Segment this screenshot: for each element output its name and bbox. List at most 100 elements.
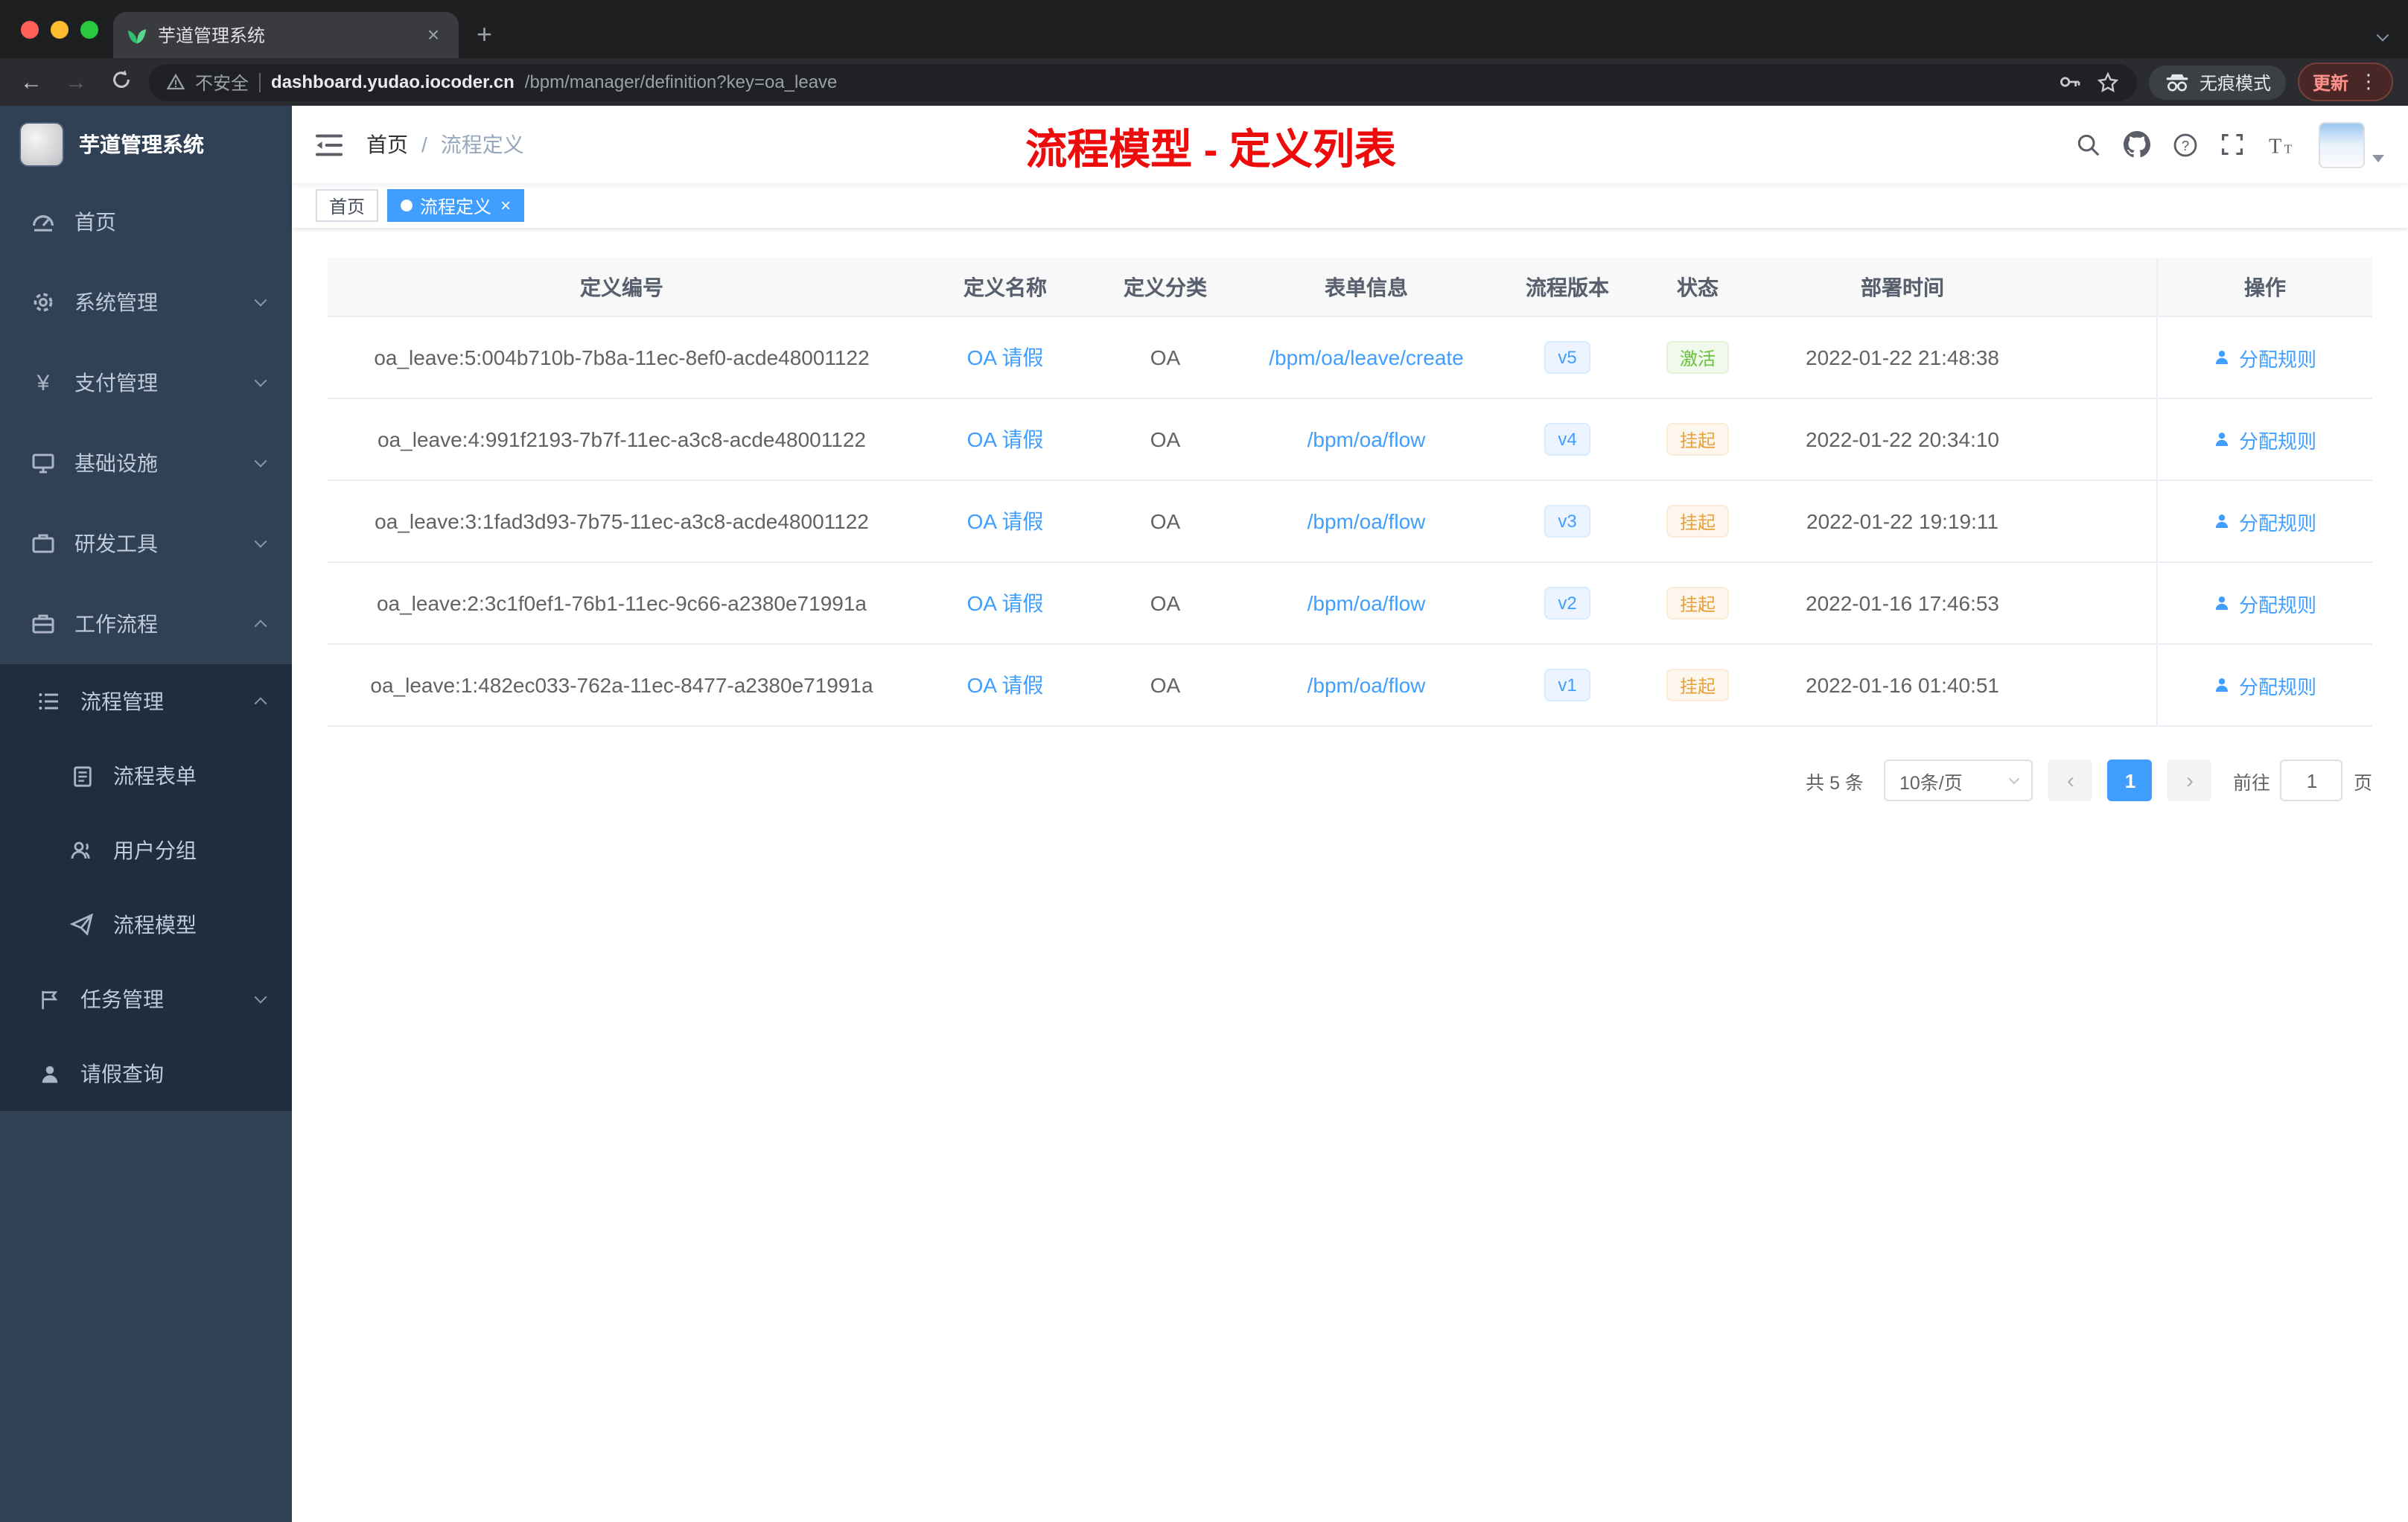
sidebar-item-system[interactable]: 系统管理 [0, 262, 292, 343]
chevron-down-icon [2009, 773, 2021, 784]
tab-close-icon[interactable]: × [421, 22, 445, 47]
gear-icon [30, 290, 57, 314]
prev-page-button[interactable]: ‹ [2048, 760, 2093, 801]
browser-window: 芋道管理系统 × + ← → 不安全 dashboard.yudao.iocod… [0, 0, 2408, 1522]
sidebar-collapse-button[interactable] [316, 132, 343, 157]
sidebar-item-process-management[interactable]: 流程管理 [0, 664, 292, 739]
sidebar-item-process-form[interactable]: 流程表单 [0, 739, 292, 813]
cell-definition-id: oa_leave:4:991f2193-7b7f-11ec-a3c8-acde4… [378, 427, 866, 451]
status-tag: 挂起 [1666, 505, 1729, 538]
status-tag: 激活 [1666, 341, 1729, 374]
paper-plane-icon [69, 913, 95, 937]
app-navbar: 首页 / 流程定义 流程模型 - 定义列表 ? T T [292, 106, 2408, 183]
update-label: 更新 [2312, 72, 2348, 93]
sidebar-item-home[interactable]: 首页 [0, 182, 292, 262]
address-bar[interactable]: 不安全 dashboard.yudao.iocoder.cn /bpm/mana… [149, 63, 2137, 101]
cell-definition-id: oa_leave:3:1fad3d93-7b75-11ec-a3c8-acde4… [375, 509, 869, 533]
breadcrumb-home[interactable]: 首页 [366, 130, 408, 159]
bookmark-star-icon[interactable] [2097, 71, 2119, 93]
user-icon [2214, 676, 2232, 694]
sidebar-item-payment[interactable]: ¥ 支付管理 [0, 343, 292, 423]
next-page-button[interactable]: › [2167, 760, 2212, 801]
definition-name-link[interactable]: OA 请假 [967, 424, 1044, 454]
cell-deploy-time: 2022-01-16 01:40:51 [1806, 673, 1999, 697]
browser-tab[interactable]: 芋道管理系统 × [113, 12, 459, 58]
dashboard-icon [30, 210, 57, 234]
cell-deploy-time: 2022-01-16 17:46:53 [1806, 591, 1999, 615]
assign-rule-link[interactable]: 分配规则 [2214, 671, 2316, 699]
tag-home[interactable]: 首页 [316, 189, 379, 222]
sidebar-item-process-model[interactable]: 流程模型 [0, 888, 292, 962]
form-link[interactable]: /bpm/oa/flow [1307, 591, 1426, 615]
sidebar-item-workflow[interactable]: 工作流程 [0, 584, 292, 664]
user-icon [2214, 348, 2232, 366]
password-key-icon[interactable] [2058, 70, 2082, 94]
chevron-down-icon [254, 293, 267, 307]
goto-page-input[interactable] [2280, 760, 2343, 801]
tags-view-bar: 首页 流程定义 × [292, 183, 2408, 228]
assign-rule-link[interactable]: 分配规则 [2214, 507, 2316, 535]
breadcrumb-separator: / [421, 133, 427, 156]
incognito-spy-icon [2164, 72, 2191, 92]
url-path: /bpm/manager/definition?key=oa_leave [524, 71, 838, 92]
tag-close-icon[interactable]: × [500, 197, 511, 214]
browser-menu-icon[interactable]: ⋮ [2359, 70, 2378, 94]
chrome-update-button[interactable]: 更新 ⋮ [2297, 63, 2393, 101]
search-icon[interactable] [2076, 132, 2101, 157]
back-button[interactable]: ← [15, 71, 48, 93]
sidebar: 芋道管理系统 首页 系统管理 ¥ 支付管理 基础设施 研发工具 工作流程 流程管… [0, 106, 292, 1522]
help-icon[interactable]: ? [2173, 132, 2198, 157]
new-tab-button[interactable]: + [477, 21, 492, 48]
refresh-button[interactable] [104, 69, 137, 95]
tag-current[interactable]: 流程定义 × [387, 189, 525, 222]
list-icon [36, 690, 63, 713]
form-link[interactable]: /bpm/oa/flow [1307, 673, 1426, 697]
window-zoom-button[interactable] [80, 21, 98, 39]
status-tag: 挂起 [1666, 669, 1729, 701]
table-row: oa_leave:3:1fad3d93-7b75-11ec-a3c8-acde4… [328, 481, 2372, 563]
chevron-up-icon [254, 697, 267, 710]
forward-button[interactable]: → [60, 71, 92, 93]
form-link[interactable]: /bpm/oa/flow [1307, 509, 1426, 533]
active-dot [401, 200, 413, 211]
incognito-label: 无痕模式 [2199, 72, 2271, 93]
cell-category: OA [1150, 427, 1181, 451]
font-size-icon[interactable]: TT [2267, 132, 2296, 157]
window-close-button[interactable] [21, 21, 39, 39]
definition-name-link[interactable]: OA 请假 [967, 506, 1044, 536]
window-minimize-button[interactable] [51, 21, 69, 39]
sidebar-item-leave-query[interactable]: 请假查询 [0, 1037, 292, 1111]
form-link[interactable]: /bpm/oa/leave/create [1269, 346, 1464, 369]
assign-rule-link[interactable]: 分配规则 [2214, 343, 2316, 372]
svg-text:?: ? [2182, 138, 2190, 153]
goto-unit: 页 [2353, 772, 2372, 793]
user-icon [2214, 594, 2232, 612]
app-logo[interactable]: 芋道管理系统 [0, 106, 292, 182]
col-definition-id: 定义编号 [580, 275, 663, 299]
chevron-down-icon [254, 535, 267, 548]
sidebar-item-devtools[interactable]: 研发工具 [0, 503, 292, 584]
definition-name-link[interactable]: OA 请假 [967, 588, 1044, 618]
form-link[interactable]: /bpm/oa/flow [1307, 427, 1426, 451]
sidebar-item-user-group[interactable]: 用户分组 [0, 813, 292, 888]
cell-deploy-time: 2022-01-22 20:34:10 [1806, 427, 1999, 451]
assign-rule-link[interactable]: 分配规则 [2214, 589, 2316, 617]
page-size-select[interactable]: 10条/页 [1884, 760, 2033, 801]
user-menu[interactable] [2319, 121, 2384, 168]
logo-avatar [19, 121, 64, 166]
sidebar-item-infrastructure[interactable]: 基础设施 [0, 423, 292, 503]
definition-name-link[interactable]: OA 请假 [967, 343, 1044, 372]
cell-deploy-time: 2022-01-22 21:48:38 [1806, 346, 1999, 369]
assign-rule-link[interactable]: 分配规则 [2214, 425, 2316, 453]
page-number-button[interactable]: 1 [2107, 760, 2153, 801]
col-definition-name: 定义名称 [963, 275, 1047, 299]
github-icon[interactable] [2124, 131, 2150, 158]
url-host: dashboard.yudao.iocoder.cn [271, 71, 515, 92]
definition-name-link[interactable]: OA 请假 [967, 670, 1044, 700]
users-icon [69, 838, 95, 862]
sidebar-item-task-management[interactable]: 任务管理 [0, 962, 292, 1037]
breadcrumb: 首页 / 流程定义 [366, 130, 524, 159]
tab-search-chevron-icon[interactable] [2376, 22, 2389, 49]
cell-category: OA [1150, 509, 1181, 533]
fullscreen-icon[interactable] [2220, 133, 2244, 156]
